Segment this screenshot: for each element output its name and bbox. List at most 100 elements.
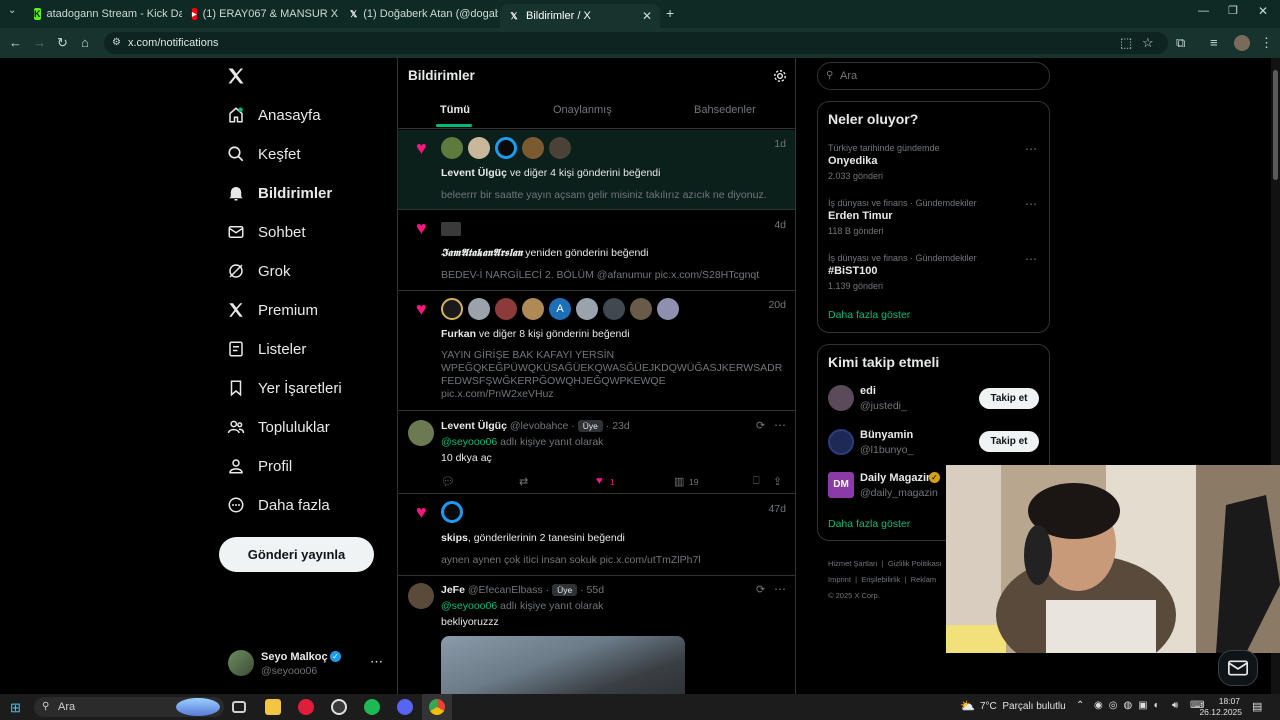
- more-horizontal-icon[interactable]: ⋯: [774, 418, 786, 432]
- avatar[interactable]: [441, 501, 463, 523]
- task-view-icon[interactable]: [232, 701, 246, 713]
- nav-item-more[interactable]: Daha fazla: [226, 491, 330, 519]
- post-image[interactable]: [441, 636, 685, 694]
- show-more-trends-link[interactable]: Daha fazla göster: [828, 309, 910, 321]
- actor-name[interactable]: Levent Ülgüç: [441, 167, 507, 179]
- more-horizontal-icon[interactable]: ⋯: [774, 582, 786, 596]
- avatar[interactable]: [468, 298, 490, 320]
- notification-item[interactable]: ♥ 1d Levent Ülgüç ve diğer 4 kişi gönder…: [398, 130, 795, 210]
- obs-icon[interactable]: [331, 699, 347, 715]
- mention-link[interactable]: @seyooo06: [441, 600, 497, 612]
- avatar[interactable]: [495, 137, 517, 159]
- volume-icon[interactable]: 🔊︎: [1172, 700, 1178, 711]
- nav-item-chat[interactable]: Sohbet: [226, 218, 306, 246]
- footer-link[interactable]: Reklam: [911, 575, 936, 584]
- share-icon[interactable]: ⇪: [773, 475, 782, 488]
- avatar[interactable]: [549, 137, 571, 159]
- notification-item[interactable]: ♥ A 20d Furkan ve diğer 8 kişi gönderini…: [398, 291, 795, 411]
- tab-verified[interactable]: Onaylanmış: [553, 104, 612, 116]
- site-info-icon[interactable]: ⚙: [112, 32, 121, 54]
- avatar[interactable]: [441, 221, 461, 236]
- footer-link[interactable]: Imprint: [828, 575, 851, 584]
- windows-start-icon[interactable]: ⊞: [10, 700, 21, 716]
- notification-item[interactable]: ♥ 47d skips, gönderilerinin 2 tanesini b…: [398, 494, 795, 576]
- browser-tab-notifications[interactable]: 𝕏 Bildirimler / X ✕: [500, 4, 660, 28]
- minimize-icon[interactable]: —: [1198, 5, 1209, 17]
- notification-item[interactable]: ♥ 4d 𝕴𝖆𝖒𝕬𝖙𝖆𝖐𝖆𝖓𝕬𝖗𝖘𝖑𝖆𝖓 yeniden gönderini b…: [398, 210, 795, 291]
- avatar[interactable]: [495, 298, 517, 320]
- nav-item-bookmarks[interactable]: Yer İşaretleri: [226, 374, 342, 402]
- actor-name[interactable]: Furkan: [441, 328, 476, 340]
- account-switcher[interactable]: Seyo Malkoç ✓ @seyooo06 ⋯: [226, 648, 386, 680]
- extensions-icon[interactable]: ⧉: [1176, 35, 1185, 51]
- nav-item-lists[interactable]: Listeler: [226, 335, 306, 363]
- tab-list-icon[interactable]: ⌄: [8, 5, 16, 16]
- avatar[interactable]: A: [549, 298, 571, 320]
- follow-button[interactable]: Takip et: [979, 431, 1039, 452]
- avatar[interactable]: [657, 298, 679, 320]
- author-name[interactable]: JeFe: [441, 584, 465, 596]
- window-close-icon[interactable]: ✕: [1258, 4, 1268, 18]
- nav-item-communities[interactable]: Topluluklar: [226, 413, 330, 441]
- avatar[interactable]: [576, 298, 598, 320]
- maximize-icon[interactable]: ❐: [1228, 4, 1238, 17]
- close-icon[interactable]: ✕: [642, 9, 652, 23]
- avatar[interactable]: [522, 298, 544, 320]
- bookmark-star-icon[interactable]: ☆: [1142, 35, 1154, 51]
- scrollbar-thumb[interactable]: [1273, 70, 1278, 180]
- tray-icons[interactable]: ◉◎◍▣◐: [1094, 700, 1166, 711]
- grok-icon[interactable]: ⟳: [756, 583, 765, 596]
- views-icon[interactable]: ▥: [674, 475, 684, 488]
- media-icon[interactable]: ≡: [1210, 35, 1218, 50]
- like-icon[interactable]: ♥: [596, 475, 603, 487]
- author-handle[interactable]: @EfecanElbass: [468, 584, 543, 596]
- messages-drawer-button[interactable]: [1218, 650, 1258, 686]
- avatar[interactable]: [630, 298, 652, 320]
- more-horizontal-icon[interactable]: ⋯: [1025, 197, 1037, 211]
- weather-text[interactable]: 7°C Parçalı bulutlu: [980, 701, 1066, 712]
- nav-item-home[interactable]: Anasayfa: [226, 101, 321, 129]
- address-bar[interactable]: ⚙ x.com/notifications: [104, 32, 1168, 54]
- actor-name[interactable]: skips: [441, 532, 468, 544]
- grok-icon[interactable]: ⟳: [756, 419, 765, 432]
- more-horizontal-icon[interactable]: ⋯: [370, 654, 383, 670]
- clock-time[interactable]: 18:07: [1204, 696, 1240, 706]
- reload-icon[interactable]: ↻: [57, 35, 68, 51]
- install-app-icon[interactable]: ⬚: [1120, 35, 1132, 51]
- nav-item-premium[interactable]: Premium: [226, 296, 318, 324]
- discord-icon[interactable]: [397, 699, 413, 715]
- nav-item-grok[interactable]: Grok: [226, 257, 291, 285]
- show-more-follow-link[interactable]: Daha fazla göster: [828, 518, 910, 530]
- follow-button[interactable]: Takip et: [979, 388, 1039, 409]
- more-horizontal-icon[interactable]: ⋯: [1025, 252, 1037, 266]
- avatar[interactable]: [603, 298, 625, 320]
- more-horizontal-icon[interactable]: ⋯: [1025, 142, 1037, 156]
- mention-link[interactable]: @seyooo06: [441, 436, 497, 448]
- footer-link[interactable]: Hizmet Şartları: [828, 559, 878, 568]
- reply-item[interactable]: JeFe @EfecanElbass · Üye · 55d ⟳ ⋯ @seyo…: [398, 576, 795, 694]
- tray-overflow-icon[interactable]: ⌃: [1076, 700, 1084, 711]
- avatar[interactable]: [408, 420, 434, 446]
- footer-link[interactable]: Gizlilik Politikası: [888, 559, 942, 568]
- search-input[interactable]: ⚲ Ara: [817, 62, 1050, 90]
- avatar[interactable]: [441, 137, 463, 159]
- nav-item-profile[interactable]: Profil: [226, 452, 292, 480]
- author-handle[interactable]: @levobahce: [510, 420, 569, 432]
- spotify-icon[interactable]: [364, 699, 380, 715]
- actor-name[interactable]: 𝕴𝖆𝖒𝕬𝖙𝖆𝖐𝖆𝖓𝕬𝖗𝖘𝖑𝖆𝖓: [441, 247, 522, 259]
- repost-icon[interactable]: ⇄: [519, 475, 528, 488]
- avatar[interactable]: [468, 137, 490, 159]
- tab-mentions[interactable]: Bahsedenler: [694, 104, 756, 116]
- avatar[interactable]: [522, 137, 544, 159]
- opera-icon[interactable]: [298, 699, 314, 715]
- post-button[interactable]: Gönderi yayınla: [219, 537, 374, 572]
- bookmark-icon[interactable]: ⎕: [753, 475, 760, 488]
- nav-item-notifications[interactable]: Bildirimler: [226, 179, 332, 207]
- new-tab-icon[interactable]: +: [666, 5, 674, 21]
- chrome-icon[interactable]: [429, 699, 445, 715]
- avatar[interactable]: [408, 583, 434, 609]
- author-name[interactable]: Levent Ülgüç: [441, 420, 507, 432]
- browser-tab-youtube[interactable]: ▶ (1) ERAY067 & MANSUR X ORC ✕: [184, 4, 340, 24]
- reply-item[interactable]: Levent Ülgüç @levobahce · Üye · 23d ⟳ ⋯ …: [398, 411, 795, 494]
- browser-tab-kick[interactable]: K atadogann Stream - Kick Dashb ✕: [26, 4, 182, 24]
